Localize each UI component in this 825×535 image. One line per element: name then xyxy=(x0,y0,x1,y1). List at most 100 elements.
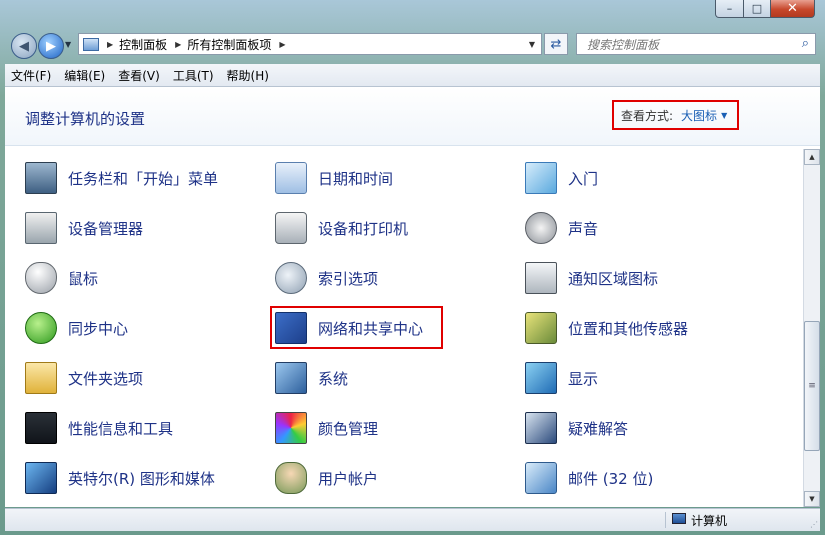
close-button[interactable]: ✕ xyxy=(770,0,815,18)
control-panel-item[interactable]: 设备管理器 xyxy=(25,212,143,244)
search-box[interactable]: ⌕ xyxy=(576,33,816,55)
folder-options-icon xyxy=(25,362,57,394)
control-panel-item[interactable]: 邮件 (32 位) xyxy=(525,462,653,494)
address-bar[interactable]: ▶ 控制面板 ▶ 所有控制面板项 ▶ ▼ xyxy=(78,33,542,55)
search-icon[interactable]: ⌕ xyxy=(802,36,809,51)
control-panel-window: – □ ✕ ◀ ▶ ▼ ▶ 控制面板 ▶ 所有控制面板项 ▶ ▼ ⇄ ⌕ 文件(… xyxy=(0,0,825,535)
control-panel-item-label: 设备管理器 xyxy=(68,219,144,238)
maximize-icon: □ xyxy=(751,2,763,15)
control-panel-item[interactable]: 用户帐户 xyxy=(275,462,378,494)
search-input[interactable] xyxy=(585,35,789,55)
control-panel-item-label: 通知区域图标 xyxy=(568,269,659,288)
chevron-down-icon[interactable]: ▼ xyxy=(721,111,727,120)
control-panel-item-label: 颜色管理 xyxy=(318,419,379,438)
system-icon xyxy=(275,362,307,394)
scroll-thumb[interactable]: ≡ xyxy=(804,321,820,451)
refresh-button[interactable]: ⇄ xyxy=(544,33,568,55)
forward-arrow-icon: ▶ xyxy=(46,38,56,54)
mail-icon xyxy=(525,462,557,494)
user-accounts-icon xyxy=(275,462,307,494)
control-panel-item[interactable]: 日期和时间 xyxy=(275,162,393,194)
control-panel-icon xyxy=(83,37,99,51)
speaker-icon xyxy=(525,212,557,244)
refresh-icon: ⇄ xyxy=(550,36,562,52)
view-by-value[interactable]: 大图标 xyxy=(681,107,717,124)
control-panel-item-label: 设备和打印机 xyxy=(318,219,409,238)
recent-pages-dropdown-icon[interactable]: ▼ xyxy=(65,40,71,49)
maximize-button[interactable]: □ xyxy=(743,0,771,18)
control-panel-item[interactable]: 显示 xyxy=(525,362,598,394)
troubleshooting-icon xyxy=(525,412,557,444)
control-panel-item[interactable]: 索引选项 xyxy=(275,262,378,294)
control-panel-item[interactable]: 任务栏和「开始」菜单 xyxy=(25,162,218,194)
taskbar-icon xyxy=(25,162,57,194)
control-panel-item[interactable]: 鼠标 xyxy=(25,262,98,294)
control-panel-item-label: 用户帐户 xyxy=(318,469,379,488)
breadcrumb-control-panel[interactable]: 控制面板 xyxy=(119,36,167,53)
control-panel-item-label: 显示 xyxy=(568,369,599,388)
status-bar: 计算机 ⋰ xyxy=(5,508,820,531)
control-panel-item-label: 英特尔(R) 图形和媒体 xyxy=(68,469,215,488)
control-panel-item[interactable]: 位置和其他传感器 xyxy=(525,312,688,344)
highlight-box xyxy=(270,306,443,349)
status-location: 计算机 xyxy=(691,514,728,528)
close-icon: ✕ xyxy=(787,1,798,16)
mouse-icon xyxy=(25,262,57,294)
control-panel-item-label: 文件夹选项 xyxy=(68,369,144,388)
control-panel-item-label: 鼠标 xyxy=(68,269,99,288)
control-panel-item-label: 系统 xyxy=(318,369,349,388)
calendar-clock-icon xyxy=(275,162,307,194)
menu-view[interactable]: 查看(V) xyxy=(112,67,166,84)
notification-area-icon xyxy=(525,262,557,294)
vertical-scrollbar[interactable]: ▲ ≡ ▼ xyxy=(803,149,820,507)
control-panel-item-label: 性能信息和工具 xyxy=(68,419,174,438)
scroll-up-button[interactable]: ▲ xyxy=(804,149,820,165)
menu-edit[interactable]: 编辑(E) xyxy=(58,67,111,84)
control-panel-item-label: 疑难解答 xyxy=(568,419,629,438)
menu-help[interactable]: 帮助(H) xyxy=(221,67,275,84)
minimize-button[interactable]: – xyxy=(715,0,744,18)
control-panel-item-label: 同步中心 xyxy=(68,319,129,338)
control-panel-item-label: 入门 xyxy=(568,169,599,188)
resize-grip-icon[interactable]: ⋰ xyxy=(810,520,818,529)
scroll-down-button[interactable]: ▼ xyxy=(804,491,820,507)
control-panel-item-label: 位置和其他传感器 xyxy=(568,319,689,338)
control-panel-item[interactable]: 入门 xyxy=(525,162,598,194)
printer-icon xyxy=(275,212,307,244)
control-panel-item[interactable]: 系统 xyxy=(275,362,348,394)
menu-tools[interactable]: 工具(T) xyxy=(167,67,220,84)
sync-icon xyxy=(25,312,57,344)
control-panel-item[interactable]: 性能信息和工具 xyxy=(25,412,173,444)
address-dropdown-icon[interactable]: ▼ xyxy=(529,40,535,49)
breadcrumb-arrow-icon[interactable]: ▶ xyxy=(175,40,181,49)
minimize-icon: – xyxy=(726,2,733,15)
control-panel-item-label: 声音 xyxy=(568,219,599,238)
control-panel-item[interactable]: 文件夹选项 xyxy=(25,362,143,394)
location-sensor-icon xyxy=(525,312,557,344)
heading-row: 调整计算机的设置 查看方式: 大图标 ▼ xyxy=(5,87,820,146)
control-panel-item[interactable]: 声音 xyxy=(525,212,598,244)
back-arrow-icon: ◀ xyxy=(19,38,29,54)
getting-started-icon xyxy=(525,162,557,194)
breadcrumb-arrow-icon[interactable]: ▶ xyxy=(107,40,113,49)
control-panel-item-label: 日期和时间 xyxy=(318,169,394,188)
menu-file[interactable]: 文件(F) xyxy=(5,67,57,84)
status-divider xyxy=(665,512,666,528)
page-title: 调整计算机的设置 xyxy=(25,110,146,128)
control-panel-item[interactable]: 设备和打印机 xyxy=(275,212,408,244)
control-panel-item[interactable]: 通知区域图标 xyxy=(525,262,658,294)
breadcrumb-arrow-icon[interactable]: ▶ xyxy=(279,40,285,49)
control-panel-item[interactable]: 英特尔(R) 图形和媒体 xyxy=(25,462,215,494)
color-management-icon xyxy=(275,412,307,444)
control-panel-item-label: 索引选项 xyxy=(318,269,379,288)
menu-bar: 文件(F) 编辑(E) 查看(V) 工具(T) 帮助(H) xyxy=(5,64,820,87)
forward-button[interactable]: ▶ xyxy=(38,33,64,59)
indexing-icon xyxy=(275,262,307,294)
view-by-control[interactable]: 查看方式: 大图标 ▼ xyxy=(612,100,739,130)
control-panel-item[interactable]: 同步中心 xyxy=(25,312,128,344)
content-pane: 调整计算机的设置 查看方式: 大图标 ▼ 任务栏和「开始」菜单 日期和时间 入门设备… xyxy=(5,87,820,507)
breadcrumb-all-items[interactable]: 所有控制面板项 xyxy=(187,36,271,53)
control-panel-item[interactable]: 颜色管理 xyxy=(275,412,378,444)
control-panel-item[interactable]: 疑难解答 xyxy=(525,412,628,444)
back-button[interactable]: ◀ xyxy=(11,33,37,59)
